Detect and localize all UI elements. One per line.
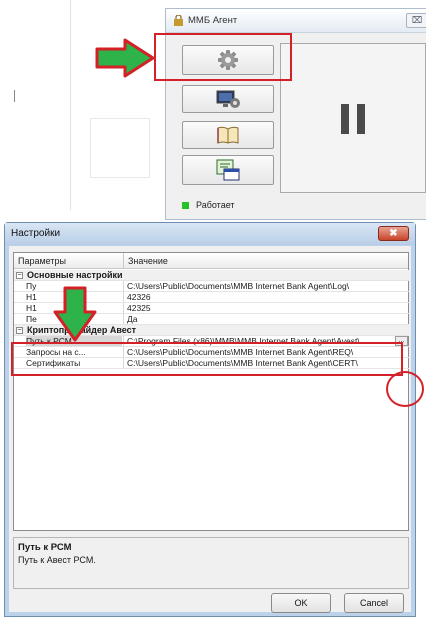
certificate-button[interactable] — [182, 155, 274, 185]
green-arrow-down — [53, 286, 97, 342]
help-text: Путь к Авест РСМ. — [18, 555, 96, 565]
monitor-settings-icon — [216, 90, 240, 108]
highlight-settings-button — [154, 33, 292, 81]
book-icon — [217, 126, 239, 144]
help-panel: Путь к РСМ Путь к Авест РСМ. — [13, 537, 409, 589]
column-divider[interactable] — [123, 253, 124, 269]
settings-close-button[interactable]: ✖ — [378, 226, 409, 241]
collapse-icon[interactable]: − — [16, 272, 23, 279]
grid-header: Параметры Значение — [14, 253, 408, 269]
monitor-settings-button[interactable] — [182, 85, 274, 113]
column-header-param[interactable]: Параметры — [18, 256, 66, 266]
column-header-value[interactable]: Значение — [128, 256, 168, 266]
help-book-button[interactable] — [182, 121, 274, 149]
highlight-browse-button — [386, 371, 424, 407]
category-row[interactable]: − Основные настройки — [14, 270, 409, 281]
status-indicator — [182, 202, 189, 209]
ok-button[interactable]: OK — [271, 593, 331, 613]
highlight-crypto-section — [11, 342, 403, 376]
green-arrow-right — [95, 38, 155, 78]
background-panel — [90, 118, 150, 178]
help-title: Путь к РСМ — [18, 542, 72, 553]
agent-title: ММБ Агент — [188, 15, 238, 26]
settings-title: Настройки — [11, 228, 61, 239]
status-text: Работает — [196, 200, 235, 210]
background-tick — [14, 90, 15, 102]
lock-app-icon — [174, 15, 183, 26]
settings-dialog: Настройки ✖ Параметры Значение − Основны… — [4, 222, 416, 617]
agent-close-button[interactable]: ⌧ — [406, 13, 426, 28]
agent-state-pane[interactable] — [280, 43, 426, 193]
certificate-icon — [216, 159, 240, 181]
pause-icon — [341, 104, 367, 134]
settings-titlebar: Настройки ✖ — [5, 223, 415, 245]
collapse-icon[interactable]: − — [16, 327, 23, 334]
background-divider — [70, 0, 71, 210]
cancel-button[interactable]: Cancel — [344, 593, 404, 613]
agent-titlebar: ММБ Агент ⌧ — [166, 9, 426, 33]
